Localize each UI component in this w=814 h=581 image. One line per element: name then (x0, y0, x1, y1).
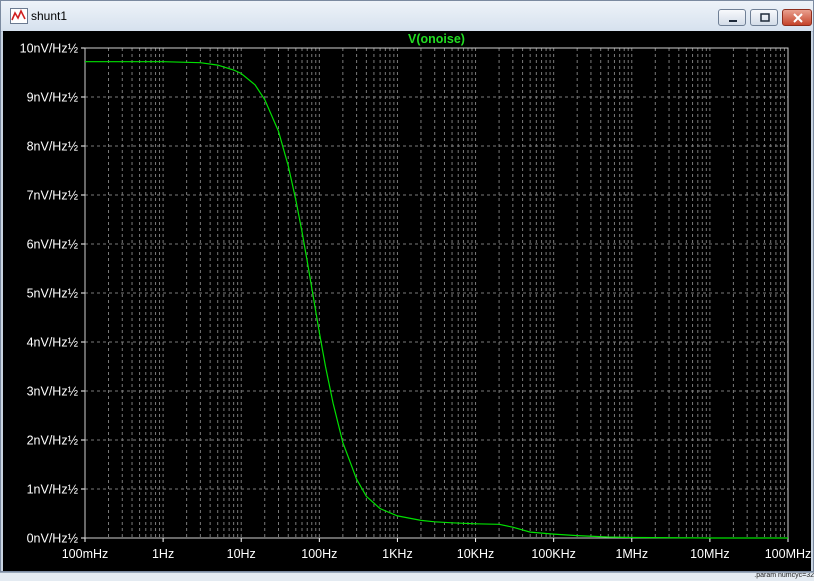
x-tick-label: 1MHz (615, 547, 648, 561)
window-title: shunt1 (31, 9, 68, 23)
y-tick-label: 8nV/Hz½ (27, 140, 79, 154)
y-tick-label: 7nV/Hz½ (27, 189, 79, 203)
x-tick-label: 100Hz (301, 547, 337, 561)
close-button[interactable] (782, 9, 812, 26)
x-tick-label: 10Hz (227, 547, 256, 561)
maximize-button[interactable] (750, 9, 778, 26)
y-tick-label: 1nV/Hz½ (27, 483, 79, 497)
waveform-icon (10, 8, 28, 24)
title-bar[interactable]: shunt1 (1, 1, 813, 32)
plot-frame (84, 47, 789, 539)
close-icon (793, 13, 803, 23)
x-tick-label: 10MHz (690, 547, 730, 561)
onoise-trace (85, 61, 788, 539)
minimize-button[interactable] (718, 9, 746, 26)
x-tick-label: 1Hz (152, 547, 174, 561)
x-tick-label: 100mHz (62, 547, 109, 561)
plot-window: shunt1 100mHz 1Hz 10Hz 100Hz 1KHz 10KHz 100KHz… (0, 0, 814, 572)
y-tick-label: 4nV/Hz½ (27, 336, 79, 350)
y-tick-label: 3nV/Hz½ (27, 385, 79, 399)
minimize-icon (729, 20, 737, 22)
x-tick-label: 100MHz (765, 547, 811, 561)
trace-title: V(onoise) (408, 32, 465, 46)
x-tick-label: 100KHz (531, 547, 575, 561)
plot-area[interactable]: 100mHz 1Hz 10Hz 100Hz 1KHz 10KHz 100KHz 1MHz 10M… (3, 31, 811, 571)
y-tick-label: 0nV/Hz½ (27, 532, 79, 546)
noise-plot[interactable]: 100mHz 1Hz 10Hz 100Hz 1KHz 10KHz 100KHz 1MHz 10M… (3, 31, 811, 571)
y-tick-label: 5nV/Hz½ (27, 287, 79, 301)
y-tick-label: 2nV/Hz½ (27, 434, 79, 448)
maximize-icon (760, 13, 770, 22)
y-tick-label: 10nV/Hz½ (20, 42, 79, 56)
y-tick-label: 6nV/Hz½ (27, 238, 79, 252)
x-tick-label: 1KHz (382, 547, 413, 561)
y-tick-label: 9nV/Hz½ (27, 91, 79, 105)
status-text: .param numcyc=32 (754, 572, 814, 579)
x-tick-label: 10KHz (457, 547, 495, 561)
